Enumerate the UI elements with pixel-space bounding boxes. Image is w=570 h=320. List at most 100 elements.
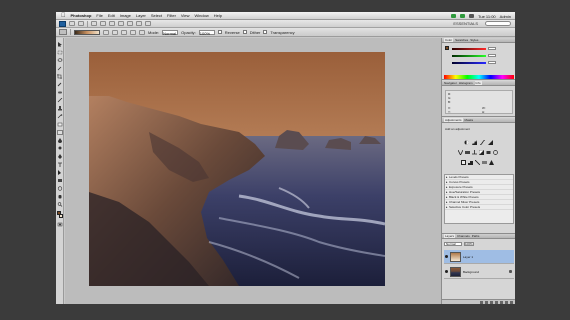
color-balance-icon[interactable] [472, 150, 477, 155]
gradient-tool-icon[interactable] [57, 130, 63, 135]
brightness-contrast-icon[interactable] [464, 140, 469, 145]
curves-icon[interactable] [480, 140, 485, 145]
tab-paths[interactable]: Paths [472, 234, 480, 238]
quick-mask-icon[interactable] [57, 222, 63, 227]
tab-histogram[interactable]: Histogram [459, 81, 473, 85]
dodge-tool-icon[interactable] [57, 146, 63, 151]
clone-stamp-tool-icon[interactable] [57, 106, 63, 111]
wifi-icon[interactable] [451, 14, 457, 18]
green-value-field[interactable] [488, 54, 496, 57]
3d-rotate-tool-icon[interactable] [57, 186, 63, 191]
tab-layers[interactable]: Layers [444, 234, 456, 238]
reflected-gradient-button[interactable] [130, 29, 136, 35]
hand-tool-icon[interactable] [57, 194, 63, 199]
history-brush-tool-icon[interactable] [57, 114, 63, 119]
tab-styles[interactable]: Styles [470, 38, 478, 42]
blend-mode-select[interactable]: Normal [444, 241, 462, 246]
path-selection-tool-icon[interactable] [57, 170, 63, 175]
trash-icon[interactable] [510, 300, 513, 304]
tool-preset-picker[interactable] [59, 29, 67, 35]
apple-icon[interactable]:  [61, 12, 66, 20]
crop-tool-icon[interactable] [57, 74, 63, 79]
clock[interactable]: Tue 11:00 [478, 14, 496, 19]
healing-brush-tool-icon[interactable] [57, 90, 63, 95]
blur-tool-icon[interactable] [57, 138, 63, 143]
blue-value-field[interactable] [488, 61, 496, 64]
exposure-icon[interactable] [488, 140, 493, 145]
tab-swatches[interactable]: Swatches [455, 38, 468, 42]
link-layers-icon[interactable] [480, 300, 483, 304]
shape-tool-icon[interactable] [57, 178, 63, 183]
document-image[interactable] [89, 52, 385, 286]
diamond-gradient-button[interactable] [139, 29, 145, 35]
reverse-checkbox[interactable] [217, 30, 222, 34]
tab-masks[interactable]: Masks [465, 118, 474, 122]
arrange-documents-button[interactable] [136, 21, 142, 26]
pen-tool-icon[interactable] [57, 154, 63, 159]
eye-icon[interactable] [445, 255, 448, 258]
layer-opacity-field[interactable]: 100% [464, 241, 474, 246]
posterize-icon[interactable] [468, 160, 473, 165]
eye-icon[interactable] [445, 270, 448, 273]
opacity-field[interactable]: 100% [198, 29, 215, 36]
new-layer-icon[interactable] [505, 300, 508, 304]
battery-icon[interactable] [469, 14, 475, 18]
eraser-tool-icon[interactable] [57, 122, 63, 127]
layer-style-icon[interactable] [485, 300, 488, 304]
tab-color[interactable]: Color [444, 38, 454, 42]
volume-icon[interactable] [460, 14, 466, 18]
foreground-color-swatch[interactable] [57, 211, 61, 215]
hue-saturation-icon[interactable] [465, 150, 470, 155]
menu-help[interactable]: Help [214, 13, 222, 18]
red-slider[interactable] [452, 48, 486, 50]
preset-item[interactable]: Selective Color Presets [445, 205, 513, 210]
channel-mixer-icon[interactable] [493, 150, 498, 155]
menu-app-name[interactable]: Photoshop [71, 13, 92, 18]
layer-row[interactable]: Layer 1 [444, 250, 514, 264]
tab-navigator[interactable]: Navigator [444, 81, 457, 85]
zoom-tool-icon[interactable] [57, 202, 63, 207]
search-input[interactable] [485, 21, 511, 26]
new-group-icon[interactable] [500, 300, 503, 304]
rotate-view-button[interactable] [127, 21, 133, 26]
angle-gradient-button[interactable] [121, 29, 127, 35]
color-spectrum-bar[interactable] [444, 75, 514, 79]
zoom-tool-button[interactable] [118, 21, 124, 26]
menu-filter[interactable]: Filter [167, 13, 176, 18]
radial-gradient-button[interactable] [112, 29, 118, 35]
menu-select[interactable]: Select [151, 13, 162, 18]
tab-info[interactable]: Info [474, 81, 482, 85]
menu-file[interactable]: File [96, 13, 102, 18]
screen-mode-button[interactable] [145, 21, 151, 26]
dither-checkbox[interactable] [242, 30, 247, 34]
workspace-switcher[interactable]: ESSENTIALS [453, 21, 478, 26]
selective-color-icon[interactable] [489, 160, 494, 165]
gradient-map-icon[interactable] [482, 160, 487, 165]
black-white-icon[interactable] [479, 150, 484, 155]
menu-view[interactable]: View [181, 13, 190, 18]
lasso-tool-icon[interactable] [57, 58, 63, 63]
menu-edit[interactable]: Edit [108, 13, 115, 18]
photo-filter-icon[interactable] [486, 150, 491, 155]
add-mask-icon[interactable] [490, 300, 493, 304]
tab-channels[interactable]: Channels [457, 234, 470, 238]
user-name[interactable]: Admin [500, 14, 511, 19]
tab-adjustments[interactable]: Adjustments [444, 118, 463, 122]
marquee-tool-icon[interactable] [57, 50, 63, 55]
menu-image[interactable]: Image [120, 13, 131, 18]
transparency-checkbox[interactable] [263, 30, 268, 34]
eyedropper-tool-icon[interactable] [57, 82, 63, 87]
launch-bridge-button[interactable] [69, 21, 75, 26]
brush-tool-icon[interactable] [57, 98, 63, 103]
zoom-level-button[interactable] [100, 21, 106, 26]
launch-mini-bridge-button[interactable] [78, 21, 84, 26]
type-tool-icon[interactable] [57, 162, 63, 167]
gradient-picker[interactable] [74, 29, 100, 35]
red-value-field[interactable] [488, 47, 496, 50]
color-panel-foreground-swatch[interactable] [445, 46, 449, 50]
menu-layer[interactable]: Layer [136, 13, 146, 18]
quick-selection-tool-icon[interactable] [57, 66, 63, 71]
document-canvas-area[interactable] [65, 38, 441, 304]
levels-icon[interactable] [472, 140, 477, 145]
move-tool-icon[interactable] [57, 42, 63, 47]
